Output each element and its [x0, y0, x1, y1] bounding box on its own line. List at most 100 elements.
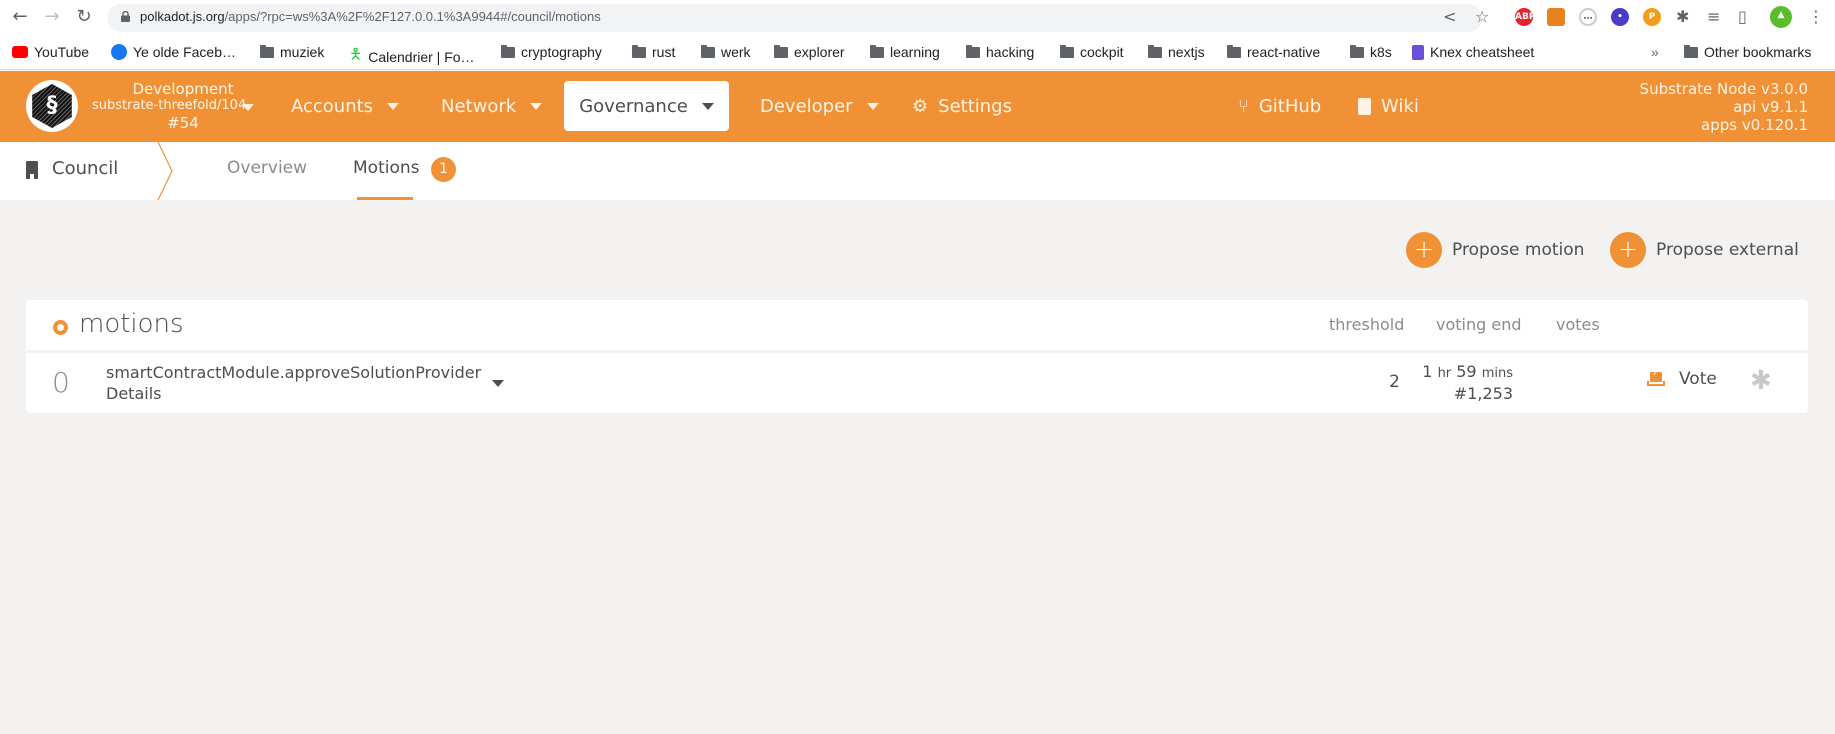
motions-count-badge: 1 [431, 157, 456, 182]
metamask-icon[interactable] [1547, 8, 1565, 26]
table-title: motions [79, 309, 184, 339]
plus-icon: + [1610, 232, 1646, 268]
bookmark-label: muziek [280, 44, 325, 60]
motion-method: smartContractModule.approveSolutionProvi… [106, 363, 482, 382]
chain-dropdown-icon[interactable] [242, 104, 254, 111]
bookmark-nextjs[interactable]: nextjs [1148, 44, 1205, 60]
motion-voting-end-time: 1 hr 59 mins [1422, 362, 1513, 381]
ballot-box-icon [1647, 369, 1665, 386]
column-voting-end: voting end [1436, 315, 1522, 334]
nav-label: GitHub [1258, 95, 1322, 117]
nav-network[interactable]: Network [441, 81, 543, 131]
bookmark-label: Calendrier | Fo… [368, 48, 475, 65]
other-bookmarks[interactable]: Other bookmarks [1684, 44, 1811, 60]
nav-settings[interactable]: ⚙ Settings [912, 81, 1012, 131]
button-label: Propose motion [1452, 240, 1585, 260]
url-domain: polkadot.js.org [140, 9, 225, 24]
nav-governance[interactable]: Governance [564, 81, 729, 131]
bookmark-knex[interactable]: Knex cheatsheet [1412, 44, 1534, 60]
hours-value: 1 [1422, 362, 1433, 381]
code-extension-icon[interactable]: ⋯ [1579, 8, 1597, 26]
bookmark-hacking[interactable]: hacking [966, 44, 1034, 60]
bookmark-cockpit[interactable]: cockpit [1060, 44, 1124, 60]
side-panel-icon[interactable]: ▯ [1738, 6, 1747, 28]
reload-icon[interactable]: ↻ [74, 7, 94, 27]
back-icon[interactable]: ← [10, 7, 30, 27]
table-header: motions threshold voting end votes [26, 300, 1808, 350]
motion-details-toggle[interactable]: Details [106, 384, 161, 403]
breadcrumb-chevron [157, 142, 173, 200]
profile-avatar-icon[interactable]: ▲ [1770, 6, 1792, 28]
chevron-down-icon[interactable] [492, 380, 504, 387]
forward-icon[interactable]: → [42, 7, 62, 27]
row-actions-icon[interactable]: ✱ [1750, 366, 1772, 396]
bookmark-label: k8s [1370, 44, 1392, 60]
bookmark-cryptography[interactable]: cryptography [501, 44, 602, 60]
bookmarks-bar: YouTube Ye olde Faceb… muziek 🯅 Calendrie… [0, 35, 1835, 98]
nav-label: Accounts [291, 95, 374, 117]
folder-icon [632, 44, 646, 58]
chevron-down-icon [701, 102, 714, 110]
button-label: Vote [1679, 369, 1717, 389]
bookmark-k8s[interactable]: k8s [1350, 44, 1392, 60]
chain-network[interactable]: Development [92, 80, 274, 98]
bookmark-rust[interactable]: rust [632, 44, 675, 60]
column-threshold: threshold [1329, 315, 1405, 334]
vote-button[interactable]: Vote [1647, 369, 1717, 389]
tab-overview[interactable]: Overview [227, 158, 307, 178]
bookmark-react-native[interactable]: react-native [1227, 44, 1320, 60]
nav-label: Developer [760, 95, 853, 117]
facebook-icon [111, 44, 127, 60]
bookmark-explorer[interactable]: explorer [774, 44, 845, 60]
browser-menu-icon[interactable]: ⋮ [1808, 6, 1824, 28]
folder-icon [1350, 44, 1364, 58]
tab-motions[interactable]: Motions [353, 158, 420, 178]
url-path: /apps/?rpc=ws%3A%2F%2F127.0.0.1%3A9944#/… [224, 9, 601, 24]
reading-list-icon[interactable]: ≡ [1707, 6, 1720, 28]
knex-icon [1412, 44, 1424, 60]
bookmark-label: explorer [794, 44, 845, 60]
bookmark-muziek[interactable]: muziek [260, 44, 324, 60]
browser-toolbar: ← → ↻ polkadot.js.org/apps/?rpc=ws%3A%2F… [0, 0, 1835, 35]
mins-unit: mins [1481, 366, 1513, 381]
node-version: Substrate Node v3.0.0 [1639, 80, 1808, 98]
bookmark-label: nextjs [1168, 44, 1205, 60]
bookmark-label: cryptography [521, 44, 602, 60]
bot-extension-icon[interactable]: • [1611, 8, 1629, 26]
folder-icon [701, 44, 715, 58]
bookmark-label: Ye olde Faceb… [133, 44, 236, 60]
lock-icon [121, 11, 130, 22]
folder-icon [501, 44, 515, 58]
propose-external-button[interactable]: + Propose external [1610, 232, 1799, 268]
bookmark-label: Other bookmarks [1704, 44, 1812, 60]
motion-index: 0 [52, 366, 70, 399]
nav-developer[interactable]: Developer [760, 81, 879, 131]
bookmark-label: YouTube [34, 44, 90, 60]
bookmark-werk[interactable]: werk [701, 44, 751, 60]
bookmark-youtube[interactable]: YouTube [12, 44, 89, 60]
building-icon [26, 161, 38, 179]
bookmark-label: learning [890, 44, 940, 60]
bookmarks-overflow-button[interactable]: » [1651, 44, 1659, 60]
chain-runtime[interactable]: substrate-threefold/104 [92, 98, 246, 113]
share-icon[interactable]: < [1443, 6, 1456, 28]
nav-wiki[interactable]: Wiki [1358, 81, 1419, 131]
bookmark-facebook[interactable]: Ye olde Faceb… [111, 44, 236, 60]
bookmark-calendrier[interactable]: 🯅 Calendrier | Fo… [349, 44, 475, 69]
nav-label: Network [441, 95, 517, 117]
polkadot-logo[interactable]: § [26, 80, 78, 132]
section-dot-icon [53, 320, 68, 335]
polkadot-extension-icon[interactable]: P [1643, 8, 1661, 26]
nav-github[interactable]: ⑂ GitHub [1238, 81, 1321, 131]
extensions-puzzle-icon[interactable]: ✱ [1676, 6, 1689, 28]
nav-accounts[interactable]: Accounts [291, 81, 400, 131]
bookmark-label: cockpit [1080, 44, 1124, 60]
adblock-plus-icon[interactable]: ABP [1515, 8, 1535, 26]
propose-motion-button[interactable]: + Propose motion [1406, 232, 1584, 268]
url-text[interactable]: polkadot.js.org/apps/?rpc=ws%3A%2F%2F127… [140, 9, 601, 24]
active-tab-indicator [357, 197, 413, 200]
bookmark-label: hacking [986, 44, 1035, 60]
bookmark-learning[interactable]: learning [870, 44, 940, 60]
apps-version: apps v0.120.1 [1701, 116, 1808, 134]
bookmark-star-icon[interactable]: ☆ [1475, 6, 1489, 28]
